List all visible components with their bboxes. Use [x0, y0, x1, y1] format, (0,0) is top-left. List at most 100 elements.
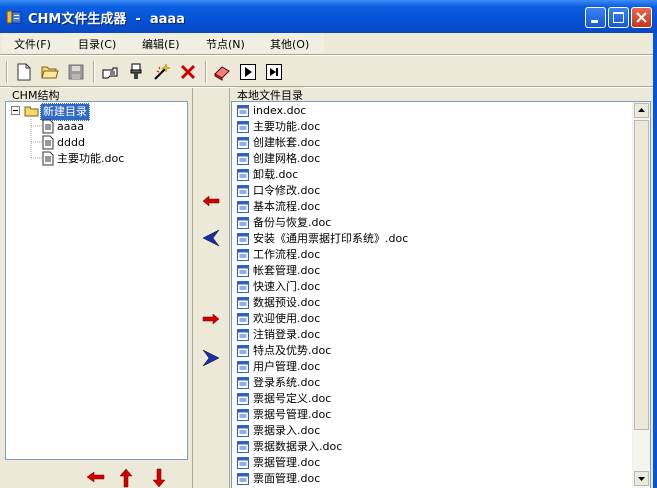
file-list-item[interactable]: 安装《通用票据打印系统》.doc [236, 231, 408, 247]
vertical-scrollbar[interactable] [632, 102, 650, 488]
local-file-list[interactable]: index.doc 主要功能.doc 创建帐套.doc 创建网格.doc 卸载.doc 口… [231, 101, 651, 488]
minimize-button[interactable] [585, 7, 606, 28]
file-list-item[interactable]: 票据号管理.doc [236, 407, 331, 423]
file-name: 快速入门.doc [253, 280, 321, 293]
menu-edit[interactable]: 编辑(E) [142, 36, 180, 52]
doc-file-icon [236, 344, 250, 358]
doc-icon [42, 135, 54, 151]
file-name: 票据管理.doc [253, 456, 321, 469]
menu-file[interactable]: 文件(F) [14, 36, 51, 52]
splitter-left [192, 88, 193, 488]
file-list-item[interactable]: 快速入门.doc [236, 279, 320, 295]
file-name: 安装《通用票据打印系统》.doc [253, 232, 409, 245]
toolbar-separator-line [0, 86, 657, 88]
doc-file-icon [236, 424, 250, 438]
file-name: 注销登录.doc [253, 328, 321, 341]
stamp-icon[interactable] [127, 63, 145, 81]
file-list-item[interactable]: 特点及优势.doc [236, 343, 331, 359]
file-list-item[interactable]: index.doc [236, 103, 306, 119]
doc-file-icon [236, 120, 250, 134]
add-to-tree-arrow-icon[interactable] [202, 195, 220, 207]
new-file-icon[interactable] [15, 63, 33, 81]
file-list-item[interactable]: 帐套管理.doc [236, 263, 320, 279]
wand-icon[interactable] [153, 63, 171, 81]
chm-tree[interactable]: 新建目录 aaaa dddd 主要功能.doc [5, 101, 188, 460]
file-list-item[interactable]: 登录系统.doc [236, 375, 320, 391]
tree-expander[interactable] [11, 103, 20, 119]
menu-other[interactable]: 其他(O) [270, 36, 309, 52]
file-list-item[interactable]: 用户管理.doc [236, 359, 320, 375]
doc-file-icon [236, 440, 250, 454]
doc-file-icon [236, 248, 250, 262]
file-name: 登录系统.doc [253, 376, 321, 389]
remove-from-tree-arrow-icon[interactable] [202, 313, 220, 325]
delete-x-icon[interactable] [179, 63, 197, 81]
doc-file-icon [236, 296, 250, 310]
file-name: 欢迎使用.doc [253, 312, 321, 325]
doc-file-icon [236, 216, 250, 230]
menu-node[interactable]: 节点(N) [206, 36, 245, 52]
file-list-item[interactable]: 票据管理.doc [236, 455, 320, 471]
file-list-item[interactable]: 票据号定义.doc [236, 391, 331, 407]
menu-separator [0, 54, 657, 56]
toolbar [0, 57, 657, 85]
file-name: 票据号定义.doc [253, 392, 332, 405]
doc-file-icon [236, 184, 250, 198]
file-list-item[interactable]: 口令修改.doc [236, 183, 320, 199]
move-down-arrow-icon[interactable] [152, 468, 166, 488]
add-all-arrow-icon[interactable] [202, 229, 220, 247]
file-list-item[interactable]: 票据数据录入.doc [236, 439, 342, 455]
toolbar-grip [6, 61, 8, 83]
file-name: 创建网格.doc [253, 152, 321, 165]
file-list-item[interactable]: 创建网格.doc [236, 151, 320, 167]
doc-file-icon [236, 104, 250, 118]
file-list-item[interactable]: 注销登录.doc [236, 327, 320, 343]
file-name: 主要功能.doc [253, 120, 321, 133]
scroll-thumb[interactable] [634, 120, 649, 430]
file-list-item[interactable]: 卸载.doc [236, 167, 298, 183]
file-name: 数据预设.doc [253, 296, 321, 309]
hand-pointer-icon[interactable] [101, 63, 119, 81]
file-list-item[interactable]: 欢迎使用.doc [236, 311, 320, 327]
doc-file-icon [236, 392, 250, 406]
doc-file-icon [236, 200, 250, 214]
file-name: 工作流程.doc [253, 248, 321, 261]
tree-node-main-doc[interactable]: 主要功能.doc [57, 151, 124, 167]
doc-file-icon [236, 472, 250, 486]
scroll-down-button[interactable] [634, 471, 649, 486]
eraser-icon[interactable] [213, 63, 231, 81]
menu-catalog[interactable]: 目录(C) [78, 36, 116, 52]
doc-file-icon [236, 456, 250, 470]
close-button[interactable] [631, 7, 652, 28]
doc-file-icon [236, 360, 250, 374]
window-border-right [653, 33, 657, 488]
maximize-button[interactable] [608, 7, 629, 28]
doc-file-icon [236, 328, 250, 342]
file-list-item[interactable]: 票面管理.doc [236, 471, 320, 487]
file-list-item[interactable]: 数据预设.doc [236, 295, 320, 311]
file-name: index.doc [253, 104, 307, 117]
file-name: 特点及优势.doc [253, 344, 332, 357]
move-left-arrow-icon[interactable] [86, 470, 106, 484]
save-icon[interactable] [67, 63, 85, 81]
file-list-item[interactable]: 备份与恢复.doc [236, 215, 331, 231]
file-name: 票面管理.doc [253, 472, 321, 485]
doc-file-icon [236, 312, 250, 326]
play-icon[interactable] [239, 63, 257, 81]
file-list-item[interactable]: 基本流程.doc [236, 199, 320, 215]
app-icon[interactable] [6, 9, 22, 25]
tree-node-aaaa[interactable]: aaaa [57, 119, 84, 135]
file-list-item[interactable]: 主要功能.doc [236, 119, 320, 135]
scroll-up-button[interactable] [634, 103, 649, 118]
file-name: 口令修改.doc [253, 184, 321, 197]
doc-file-icon [236, 264, 250, 278]
remove-all-arrow-icon[interactable] [202, 349, 220, 367]
tree-node-dddd[interactable]: dddd [57, 135, 85, 151]
file-list-item[interactable]: 票据录入.doc [236, 423, 320, 439]
open-folder-icon[interactable] [41, 63, 59, 81]
step-icon[interactable] [265, 63, 283, 81]
file-list-item[interactable]: 创建帐套.doc [236, 135, 320, 151]
move-up-arrow-icon[interactable] [119, 468, 133, 488]
file-name: 用户管理.doc [253, 360, 321, 373]
file-list-item[interactable]: 工作流程.doc [236, 247, 320, 263]
